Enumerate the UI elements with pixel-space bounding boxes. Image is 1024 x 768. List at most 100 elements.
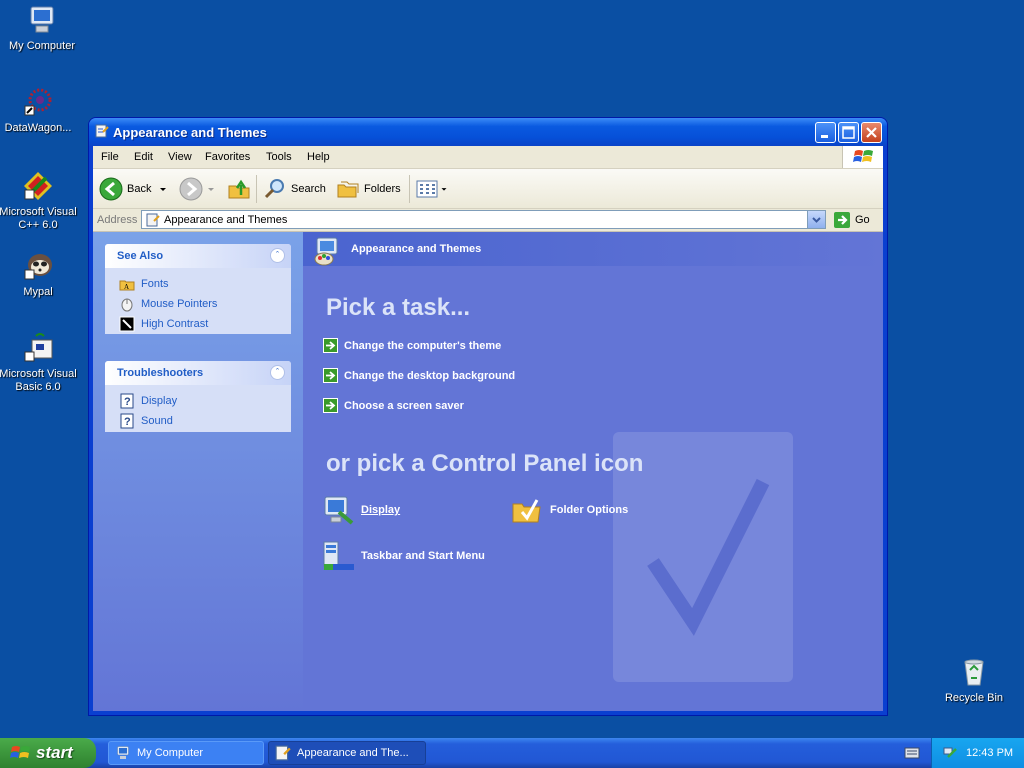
desktop-icon-label: My Computer [8,40,76,52]
back-arrow-icon [99,177,123,201]
up-folder-icon [228,179,250,199]
views-button[interactable] [415,177,449,201]
chevron-down-icon [812,217,821,223]
troubleshooters-header[interactable]: Troubleshooters ˆ [105,361,291,385]
folders-label: Folders [364,183,401,195]
address-bar: Address Appearance and Themes Go [93,209,883,232]
green-arrow-icon [323,368,338,383]
toolbar-separator [409,175,410,203]
desktop-icon-my-computer[interactable]: My Computer [0,4,84,53]
menu-help[interactable]: Help [307,151,330,163]
category-header: Appearance and Themes [303,232,883,266]
up-folder-button[interactable] [227,177,251,201]
task-label: Change the desktop background [344,369,516,382]
see-also-mouse-pointers[interactable]: Mouse Pointers [105,294,291,314]
my-computer-icon [30,6,54,33]
appearance-themes-icon [314,237,338,266]
datawagon-icon [24,88,52,116]
cp-icon-folder-options[interactable]: Folder Options [510,494,628,526]
fonts-folder-icon: A [119,280,135,291]
task-change-background[interactable]: Change the desktop background [323,368,515,383]
desktop-icon-mypal[interactable]: Mypal [0,250,80,299]
views-icon [416,180,438,198]
desktop-icon-label: Mypal [23,286,53,298]
mouse-icon [121,298,133,312]
troubleshooter-display[interactable]: ? Display [105,391,291,411]
menu-tools[interactable]: Tools [266,151,292,163]
recycle-bin-icon [964,659,984,686]
menu-file[interactable]: File [101,151,119,163]
keyboard-icon[interactable] [904,746,920,760]
clock[interactable]: 12:43 PM [966,747,1013,759]
mypal-icon [24,254,52,280]
see-also-label: High Contrast [141,318,209,330]
back-button[interactable]: Back [99,177,169,201]
see-also-fonts[interactable]: A Fonts [105,274,291,294]
task-change-theme[interactable]: Change the computer's theme [323,338,501,353]
troubleshooter-sound[interactable]: ? Sound [105,411,291,431]
visual-basic-icon [24,333,53,362]
address-label: Address [97,214,138,226]
title-bar[interactable]: Appearance and Themes [89,118,887,146]
taskbar-button-appearance-themes[interactable]: Appearance and The... [268,741,426,765]
taskbar-button-label: Appearance and The... [297,747,409,759]
desktop-icon-visual-basic[interactable]: Microsoft Visual Basic 6.0 [0,332,80,394]
menu-view[interactable]: View [168,151,192,163]
start-label: start [36,743,73,762]
desktop-icon-visual-cpp[interactable]: Microsoft Visual C++ 6.0 [0,170,80,232]
chevron-down-icon[interactable] [205,184,217,194]
start-button[interactable]: start [0,738,96,768]
high-contrast-icon [119,316,135,332]
collapse-icon[interactable]: ˆ [270,248,285,263]
maximize-button[interactable] [838,122,859,143]
close-button[interactable] [861,122,882,143]
see-also-header[interactable]: See Also ˆ [105,244,291,268]
search-button[interactable]: Search [263,177,326,201]
address-dropdown-button[interactable] [807,211,825,228]
see-also-title: See Also [117,250,164,262]
address-input[interactable]: Appearance and Themes [141,210,826,229]
control-panel-icon [146,213,160,227]
svg-text:?: ? [124,396,131,408]
display-icon [324,496,354,525]
see-also-label: Mouse Pointers [141,298,218,310]
search-label: Search [291,183,326,195]
forward-button[interactable] [179,177,217,201]
collapse-icon[interactable]: ˆ [270,365,285,380]
desktop-icon-recycle-bin[interactable]: Recycle Bin [932,656,1016,705]
green-arrow-icon [323,398,338,413]
taskbar-button-label: My Computer [137,747,204,759]
toolbar: Back Search Folders [93,169,883,209]
windows-flag-icon [853,150,873,162]
cp-icon-display[interactable]: Display [321,494,400,526]
my-computer-icon [117,746,129,759]
search-icon [264,179,284,199]
main-pane: Appearance and Themes Pick a task... Cha… [303,232,883,711]
toolbar-separator [256,175,257,203]
taskbar-button-my-computer[interactable]: My Computer [108,741,264,765]
cp-icon-label: Taskbar and Start Menu [361,550,485,562]
folders-button[interactable]: Folders [336,177,401,201]
go-button[interactable]: Go [833,211,870,229]
desktop-icon-datawagon[interactable]: DataWagon... [0,86,80,135]
chevron-down-icon[interactable] [439,184,449,194]
menu-favorites[interactable]: Favorites [205,151,250,163]
address-value: Appearance and Themes [164,214,288,226]
close-icon [866,127,877,138]
menu-edit[interactable]: Edit [134,151,153,163]
taskbar-start-menu-icon [323,541,354,570]
desktop-icon-label: Microsoft Visual Basic 6.0 [0,368,77,393]
pick-task-heading: Pick a task... [326,294,471,321]
minimize-button[interactable] [815,122,836,143]
svg-text:?: ? [124,416,131,428]
folders-icon [337,181,359,198]
cp-icon-taskbar-start-menu[interactable]: Taskbar and Start Menu [321,540,485,572]
visual-cpp-icon [24,172,52,200]
see-also-high-contrast[interactable]: High Contrast [105,314,291,334]
task-screen-saver[interactable]: Choose a screen saver [323,398,464,413]
network-icon[interactable] [942,745,958,761]
content-area: See Also ˆ A Fonts Mouse Pointers High C… [93,232,883,711]
chevron-down-icon[interactable] [157,184,169,194]
control-panel-icon [275,745,291,761]
help-icon: ? [120,413,134,429]
